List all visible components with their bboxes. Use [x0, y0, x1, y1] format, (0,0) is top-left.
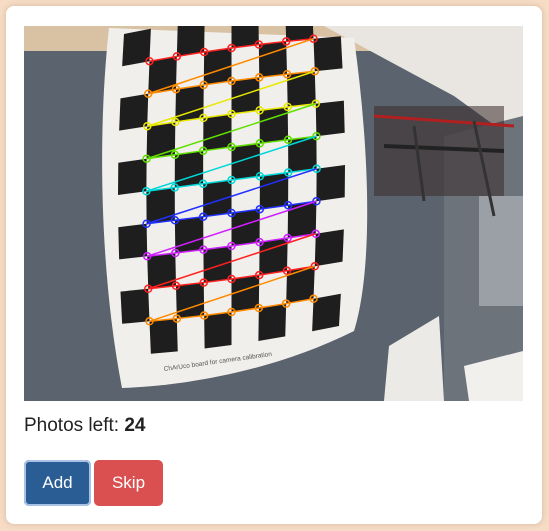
- camera-photo: ChArUco board for camera calibration: [24, 26, 523, 401]
- board-square: [259, 106, 289, 144]
- add-button[interactable]: Add: [24, 460, 91, 506]
- board-square: [287, 71, 316, 107]
- checkerboard-photo: ChArUco board for camera calibration: [24, 26, 523, 401]
- photos-left-count: 24: [124, 415, 146, 436]
- board-square: [174, 216, 204, 254]
- board-square: [120, 288, 150, 324]
- board-square: [259, 172, 289, 210]
- board-square: [204, 312, 232, 349]
- board-square: [118, 158, 147, 195]
- skip-button[interactable]: Skip: [94, 460, 163, 506]
- board-square: [149, 318, 178, 354]
- board-square: [313, 36, 343, 72]
- board-square: [258, 41, 288, 78]
- board-square: [315, 100, 345, 137]
- board-square: [203, 246, 232, 283]
- board-square: [174, 150, 204, 188]
- calibration-card: ChArUco board for camera calibration Pho…: [6, 6, 542, 524]
- board-square: [118, 223, 148, 260]
- photos-left-status: Photos left: 24: [24, 414, 145, 438]
- board-square: [147, 253, 176, 289]
- board-square: [231, 77, 260, 114]
- board-square: [288, 136, 317, 173]
- photos-left-label: Photos left:: [24, 415, 120, 436]
- board-square: [316, 165, 345, 202]
- board-square: [175, 282, 205, 319]
- board-square: [146, 187, 175, 224]
